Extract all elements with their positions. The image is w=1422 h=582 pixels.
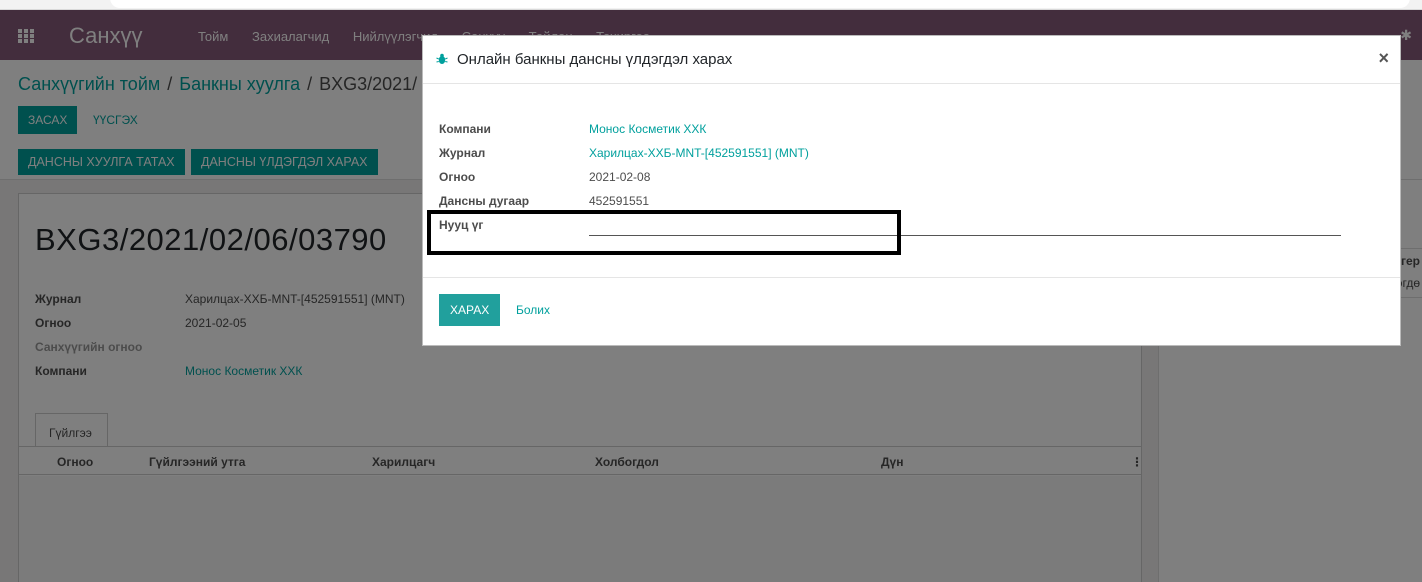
dialog-date-label: Огноо <box>439 170 476 184</box>
close-icon[interactable]: × <box>1378 48 1389 69</box>
bug-icon <box>436 53 448 64</box>
dialog-title: Онлайн банкны дансны үлдэгдэл харах <box>457 51 733 68</box>
dialog-header: Онлайн банкны дансны үлдэгдэл харах × <box>423 36 1400 84</box>
url-field[interactable] <box>110 0 1410 8</box>
browser-address-bar <box>0 0 1422 10</box>
dialog-company-label: Компани <box>439 122 491 136</box>
view-button[interactable]: ХАРАХ <box>439 294 501 326</box>
cancel-button[interactable]: Болих <box>516 294 550 326</box>
annotation-highlight-box <box>427 210 901 255</box>
dialog-company-value[interactable]: Монос Косметик ХХК <box>589 122 706 136</box>
dialog-journal-value[interactable]: Харилцах-ХХБ-MNT-[452591551] (MNT) <box>589 146 809 160</box>
dialog-footer: ХАРАХ Болих <box>423 277 1400 345</box>
dialog-date-value: 2021-02-08 <box>589 170 651 184</box>
dialog-journal-label: Журнал <box>439 146 486 160</box>
dialog-account-number-label: Дансны дугаар <box>439 194 530 208</box>
balance-dialog: Онлайн банкны дансны үлдэгдэл харах × Ко… <box>422 35 1401 346</box>
dialog-account-number-value: 452591551 <box>589 194 650 208</box>
